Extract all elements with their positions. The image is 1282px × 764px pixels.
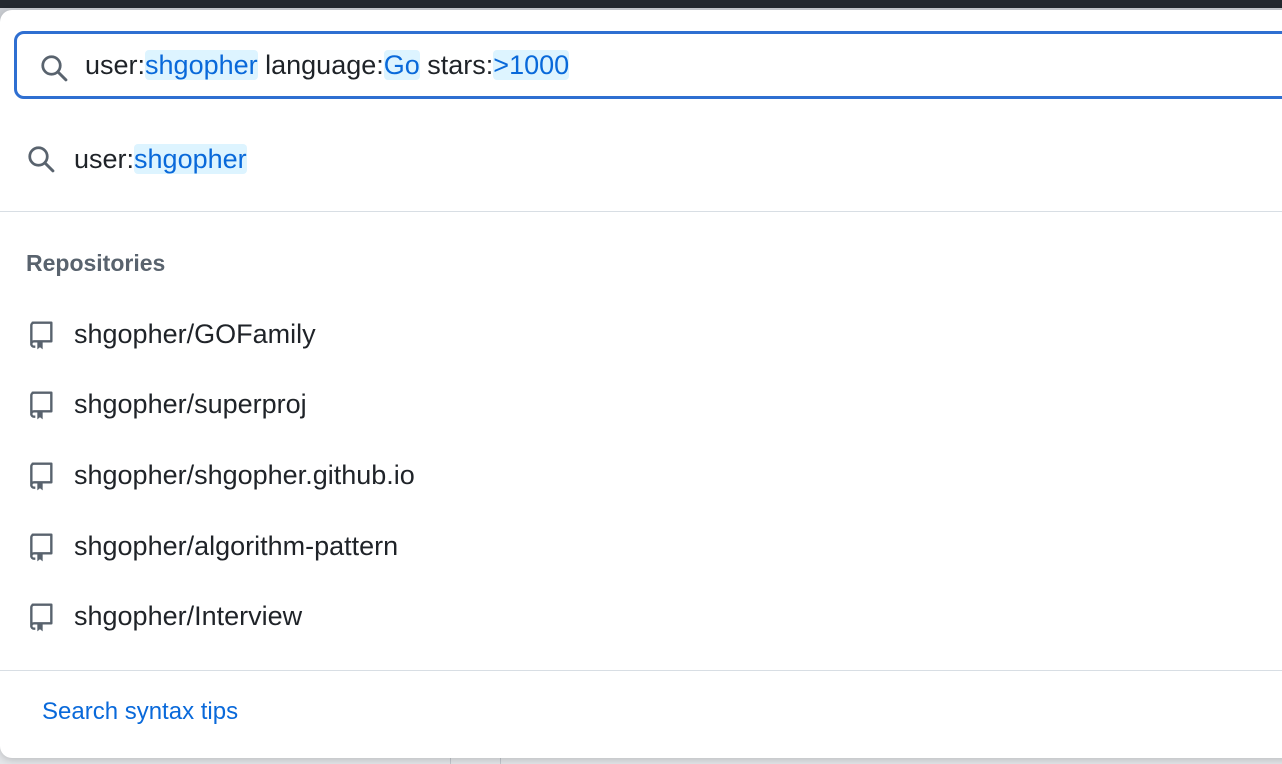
repository-item[interactable]: shgopher/Interview: [0, 592, 1282, 642]
suggestion-item[interactable]: user:shgopher: [0, 136, 1282, 182]
repository-item[interactable]: shgopher/superproj: [0, 380, 1282, 430]
query-key: language:: [257, 50, 384, 80]
suggestion-value-token: shgopher: [134, 144, 247, 174]
query-value-token: shgopher: [145, 50, 258, 80]
search-icon: [28, 146, 55, 173]
repository-name: shgopher/superproj: [74, 389, 307, 419]
footer-divider: [0, 670, 1282, 671]
repo-icon: [30, 391, 53, 420]
repo-icon: [30, 533, 53, 562]
section-divider: [0, 211, 1282, 212]
top-window-strip: [0, 0, 1282, 8]
repository-item[interactable]: shgopher/GOFamily: [0, 310, 1282, 360]
repo-icon: [30, 321, 53, 350]
repositories-heading: Repositories: [26, 250, 166, 276]
query-key: stars:: [419, 50, 494, 80]
query-key: user:: [85, 50, 146, 80]
search-icon: [41, 55, 68, 82]
repo-icon: [30, 603, 53, 632]
repository-name: shgopher/GOFamily: [74, 319, 316, 349]
repository-item[interactable]: shgopher/algorithm-pattern: [0, 522, 1282, 572]
repository-name: shgopher/algorithm-pattern: [74, 531, 399, 561]
suggestion-key: user:: [74, 144, 135, 174]
repository-name: shgopher/Interview: [74, 601, 303, 631]
repo-icon: [30, 462, 53, 491]
search-suggestions-dialog: user:shgopher language:Go stars:>1000 us…: [0, 10, 1282, 758]
query-value-token: Go: [383, 50, 420, 80]
search-query[interactable]: user:shgopher language:Go stars:>1000: [85, 47, 570, 83]
query-value-token: >1000: [493, 50, 570, 80]
suggestion-label: user:shgopher: [74, 141, 247, 177]
repository-name: shgopher/shgopher.github.io: [74, 460, 415, 490]
search-syntax-tips-link[interactable]: Search syntax tips: [42, 698, 238, 726]
search-input[interactable]: user:shgopher language:Go stars:>1000: [14, 31, 1282, 99]
repository-item[interactable]: shgopher/shgopher.github.io: [0, 451, 1282, 501]
